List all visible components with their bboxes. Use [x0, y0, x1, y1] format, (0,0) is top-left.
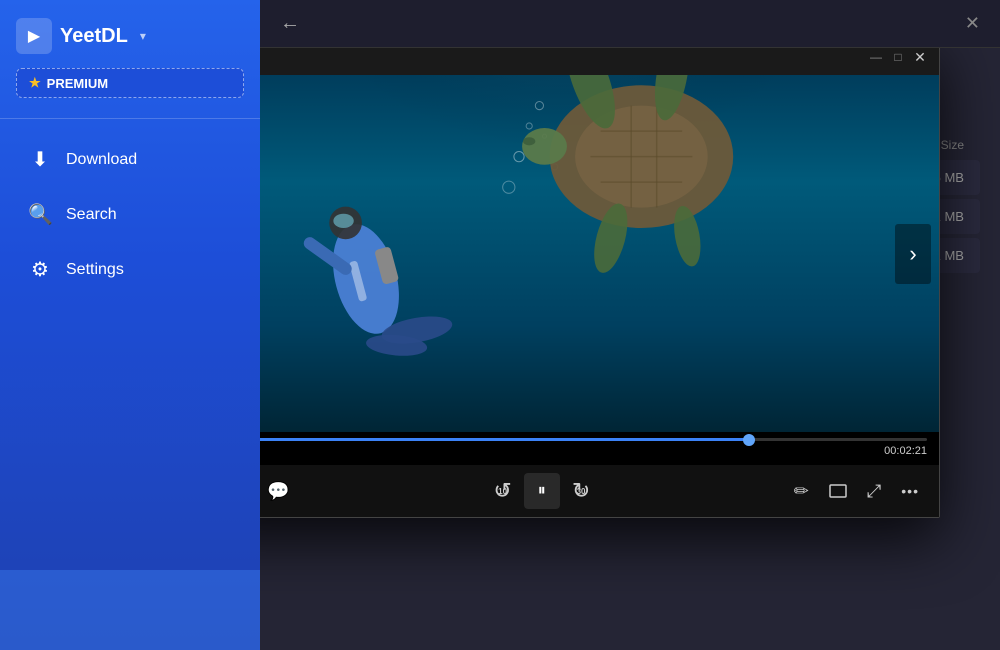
col-size-header: Size — [941, 138, 964, 152]
fullscreen-button[interactable]: ⤢ — [863, 477, 885, 506]
content-area: ↩ ↩ Paste a link to a video to download … — [260, 48, 1000, 650]
underwater-scene — [260, 75, 939, 432]
download-label: Download — [66, 151, 137, 169]
aspect-ratio-button[interactable] — [825, 480, 851, 502]
controls-right: ✏ ⤢ ••• — [790, 477, 923, 506]
sidebar-divider — [0, 118, 260, 119]
sidebar-item-settings[interactable]: ⚙ Settings — [8, 243, 252, 296]
sidebar-nav: ⬇ Download 🔍 Search ⚙ Settings — [0, 123, 260, 570]
controls-bar: 🔊 💬 ↺ 10 ⏸ ↻ 30 — [260, 465, 939, 517]
main-content: ← ✕ ↩ ↩ Paste a link to a video to downl… — [260, 0, 1000, 650]
subtitles-button[interactable]: 💬 — [263, 477, 293, 506]
controls-left: 🔊 💬 — [260, 477, 294, 506]
back-button[interactable]: ← — [280, 12, 300, 35]
play-pause-button[interactable]: ⏸ — [524, 473, 560, 509]
settings-label: Settings — [66, 261, 124, 279]
top-bar-left: ← — [280, 12, 300, 35]
sidebar-header: ▶ YeetDL ▾ — [0, 0, 260, 68]
sidebar: ▶ YeetDL ▾ ★ PREMIUM ⬇ Download 🔍 Search… — [0, 0, 260, 650]
progress-thumb[interactable] — [743, 434, 755, 446]
video-player: ← — □ ✕ — [260, 48, 940, 518]
sidebar-item-download[interactable]: ⬇ Download — [8, 133, 252, 186]
progress-fill — [260, 438, 749, 441]
download-icon: ⬇ — [28, 147, 52, 172]
player-title-bar: ← — □ ✕ — [260, 48, 939, 75]
draw-button[interactable]: ✏ — [790, 477, 813, 506]
time-row: 00:04:19 00:02:21 — [260, 441, 927, 461]
premium-star: ★ — [29, 75, 41, 91]
dropdown-arrow[interactable]: ▾ — [140, 29, 146, 43]
search-label: Search — [66, 206, 117, 224]
player-close-button[interactable]: ✕ — [913, 50, 927, 64]
player-restore-button[interactable]: □ — [891, 50, 905, 64]
premium-badge[interactable]: ★ PREMIUM — [16, 68, 244, 98]
video-next-button[interactable]: › — [895, 224, 931, 284]
app-title: YeetDL — [60, 25, 128, 48]
settings-icon: ⚙ — [28, 257, 52, 282]
skip-forward-button[interactable]: ↻ 30 — [568, 474, 594, 508]
video-area: ‹ › — [260, 75, 939, 432]
controls-center: ↺ 10 ⏸ ↻ 30 — [489, 473, 594, 509]
player-win-controls: — □ ✕ — [869, 50, 927, 64]
app-window: ▶ YeetDL ▾ ★ PREMIUM ⬇ Download 🔍 Search… — [0, 0, 1000, 650]
premium-label: PREMIUM — [47, 76, 108, 91]
play-pause-icon: ⏸ — [538, 482, 546, 500]
aspect-icon — [829, 484, 847, 498]
search-icon: 🔍 — [28, 202, 52, 227]
top-bar: ← ✕ — [260, 0, 1000, 48]
logo-icon: ▶ — [16, 18, 52, 54]
skip-back-button[interactable]: ↺ 10 — [489, 474, 515, 508]
more-options-button[interactable]: ••• — [897, 479, 923, 503]
progress-area: 00:04:19 00:02:21 — [260, 432, 939, 465]
sidebar-item-search[interactable]: 🔍 Search — [8, 188, 252, 241]
progress-track[interactable] — [260, 438, 927, 441]
close-top-button[interactable]: ✕ — [965, 13, 980, 34]
player-minimize-button[interactable]: — — [869, 50, 883, 64]
time-remaining: 00:02:21 — [884, 445, 927, 457]
sidebar-bottom — [0, 570, 260, 650]
video-svg — [260, 75, 939, 432]
